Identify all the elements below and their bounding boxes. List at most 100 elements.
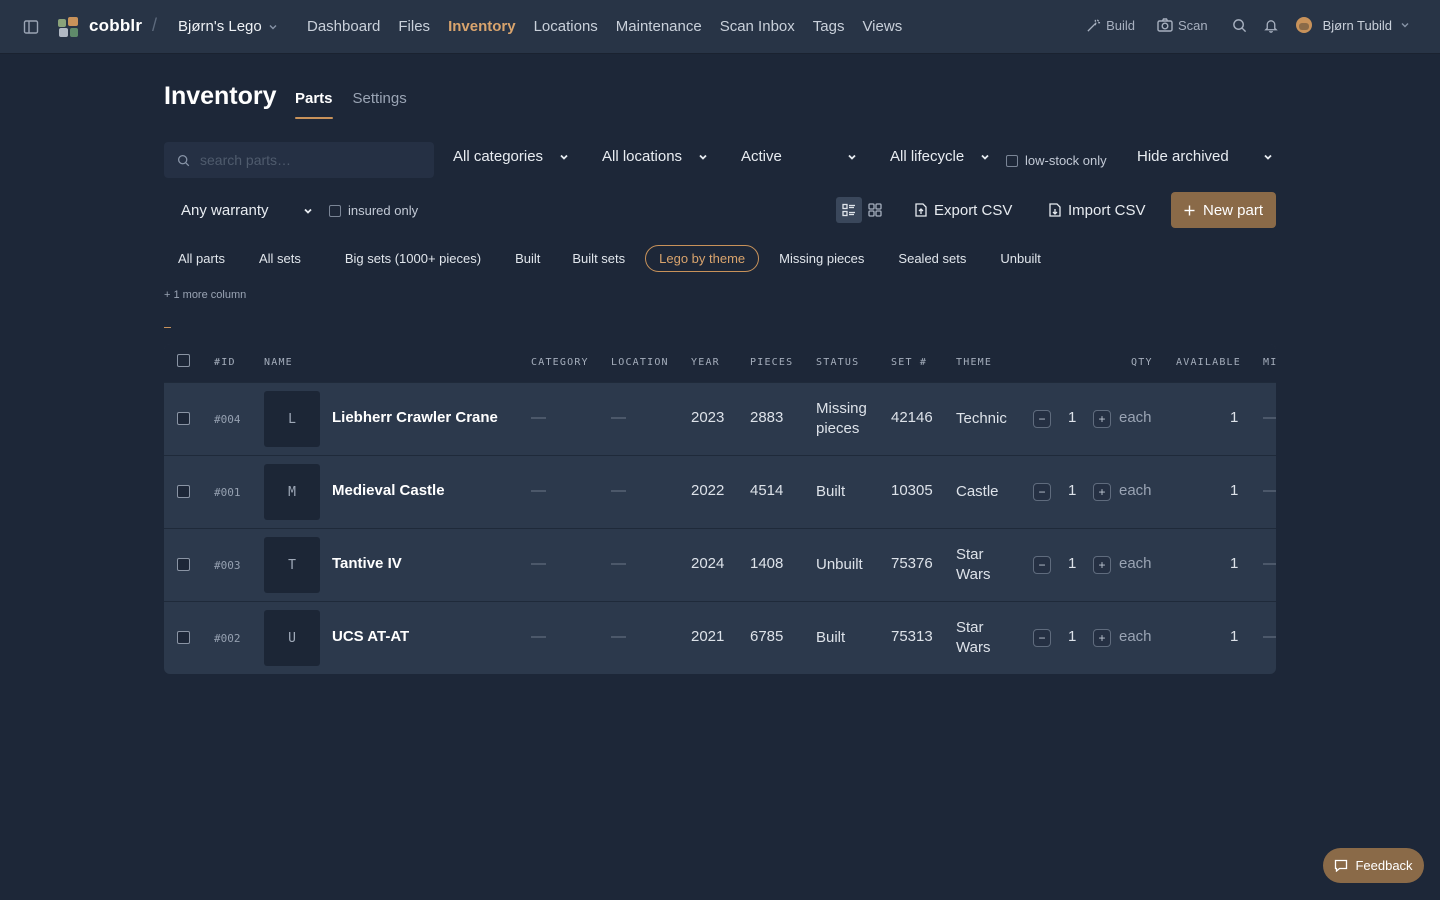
part-name[interactable]: UCS AT-AT <box>332 628 409 645</box>
row-location: — <box>611 482 626 499</box>
page-tabs: Parts Settings <box>295 90 407 119</box>
col-qty[interactable]: QTY <box>1131 357 1153 368</box>
row-qty[interactable]: 1 <box>1068 409 1076 426</box>
col-set[interactable]: SET # <box>891 357 927 368</box>
row-qty[interactable]: 1 <box>1068 482 1076 499</box>
qty-decrement-button[interactable]: − <box>1033 556 1051 574</box>
col-location[interactable]: LOCATION <box>611 357 669 368</box>
col-year[interactable]: YEAR <box>691 357 720 368</box>
search-icon[interactable] <box>1232 18 1247 33</box>
nav-inventory[interactable]: Inventory <box>448 18 516 35</box>
logo-icon[interactable] <box>56 15 80 39</box>
view-missing-pieces[interactable]: Missing pieces <box>765 245 878 272</box>
view-big-sets[interactable]: Big sets (1000+ pieces) <box>331 245 495 272</box>
row-available: 1 <box>1230 482 1239 499</box>
part-thumbnail: M <box>264 464 320 520</box>
more-columns-link[interactable]: + 1 more column <box>164 289 246 301</box>
wand-icon <box>1087 18 1101 32</box>
file-import-icon <box>1049 203 1061 217</box>
view-unbuilt[interactable]: Unbuilt <box>986 245 1054 272</box>
grid-view-button[interactable] <box>862 197 888 223</box>
import-csv-button[interactable]: Import CSV <box>1049 197 1146 223</box>
select-all-checkbox[interactable] <box>177 354 190 367</box>
category-value: All categories <box>453 148 544 165</box>
qty-decrement-button[interactable]: − <box>1033 629 1051 647</box>
archived-select[interactable]: Hide archived <box>1137 148 1273 165</box>
status-select[interactable]: Active <box>741 148 857 165</box>
chevron-down-icon[interactable] <box>1400 20 1410 30</box>
col-pieces[interactable]: PIECES <box>750 357 793 368</box>
list-view-button[interactable] <box>836 197 862 223</box>
row-qty[interactable]: 1 <box>1068 628 1076 645</box>
col-theme[interactable]: THEME <box>956 357 992 368</box>
view-built[interactable]: Built <box>501 245 554 272</box>
table-row[interactable]: #002 U UCS AT-AT — — 2021 6785 Built 753… <box>164 601 1276 674</box>
row-checkbox[interactable] <box>177 485 190 498</box>
inventory-table: #ID NAME CATEGORY LOCATION YEAR PIECES S… <box>164 344 1276 674</box>
table-row[interactable]: #004 L Liebherr Crawler Crane — — 2023 2… <box>164 382 1276 455</box>
row-checkbox[interactable] <box>177 412 190 425</box>
row-checkbox[interactable] <box>177 631 190 644</box>
nav-views[interactable]: Views <box>862 18 902 35</box>
table-row[interactable]: #001 M Medieval Castle — — 2022 4514 Bui… <box>164 455 1276 528</box>
brand-name[interactable]: cobblr <box>89 16 142 36</box>
nav-locations[interactable]: Locations <box>534 18 598 35</box>
tab-parts[interactable]: Parts <box>295 90 333 119</box>
table-header: #ID NAME CATEGORY LOCATION YEAR PIECES S… <box>164 344 1276 382</box>
view-sealed-sets[interactable]: Sealed sets <box>884 245 980 272</box>
nav-scan-inbox[interactable]: Scan Inbox <box>720 18 795 35</box>
scan-button[interactable]: Scan <box>1157 18 1208 33</box>
avatar-icon[interactable] <box>1295 17 1312 33</box>
location-select[interactable]: All locations <box>602 148 708 165</box>
qty-increment-button[interactable]: + <box>1093 410 1111 428</box>
low-stock-checkbox[interactable]: low-stock only <box>1006 153 1107 168</box>
col-mi[interactable]: MI <box>1263 357 1276 368</box>
qty-increment-button[interactable]: + <box>1093 483 1111 501</box>
nav-maintenance[interactable]: Maintenance <box>616 18 702 35</box>
part-name[interactable]: Medieval Castle <box>332 482 445 499</box>
col-id[interactable]: #ID <box>214 357 236 368</box>
insured-checkbox[interactable]: insured only <box>329 203 418 218</box>
part-name[interactable]: Liebherr Crawler Crane <box>332 409 498 426</box>
warranty-select[interactable]: Any warranty <box>181 202 313 219</box>
tab-settings[interactable]: Settings <box>353 90 407 119</box>
col-name[interactable]: NAME <box>264 357 293 368</box>
view-lego-by-theme[interactable]: Lego by theme <box>645 244 760 272</box>
build-button[interactable]: Build <box>1086 18 1135 33</box>
nav-tags[interactable]: Tags <box>813 18 845 35</box>
main-nav: Dashboard Files Inventory Locations Main… <box>307 18 920 35</box>
workspace-switcher[interactable]: Bjørn's Lego <box>178 18 278 35</box>
sidebar-icon[interactable] <box>23 19 39 35</box>
user-name[interactable]: Bjørn Tubild <box>1323 18 1392 33</box>
feedback-label: Feedback <box>1355 858 1413 873</box>
chevron-down-icon <box>981 154 989 160</box>
new-part-button[interactable]: New part <box>1171 192 1276 228</box>
nav-files[interactable]: Files <box>398 18 430 35</box>
export-csv-button[interactable]: Export CSV <box>915 197 1012 223</box>
qty-increment-button[interactable]: + <box>1093 629 1111 647</box>
nav-dashboard[interactable]: Dashboard <box>307 18 380 35</box>
col-category[interactable]: CATEGORY <box>531 357 589 368</box>
qty-decrement-button[interactable]: − <box>1033 483 1051 501</box>
archived-value: Hide archived <box>1137 148 1229 165</box>
part-name[interactable]: Tantive IV <box>332 555 402 572</box>
row-unit: each <box>1119 628 1152 645</box>
col-status[interactable]: STATUS <box>816 357 859 368</box>
table-row[interactable]: #003 T Tantive IV — — 2024 1408 Unbuilt … <box>164 528 1276 601</box>
col-available[interactable]: AVAILABLE <box>1176 357 1241 368</box>
lifecycle-select[interactable]: All lifecycle <box>890 148 990 165</box>
file-export-icon <box>915 203 927 217</box>
qty-increment-button[interactable]: + <box>1093 556 1111 574</box>
view-all-parts[interactable]: All parts <box>164 245 239 272</box>
row-checkbox[interactable] <box>177 558 190 571</box>
qty-decrement-button[interactable]: − <box>1033 410 1051 428</box>
bell-icon[interactable] <box>1263 18 1278 33</box>
row-qty[interactable]: 1 <box>1068 555 1076 572</box>
row-status: Built <box>816 628 845 648</box>
search-input[interactable] <box>200 152 420 168</box>
view-built-sets[interactable]: Built sets <box>558 245 639 272</box>
view-all-sets[interactable]: All sets <box>245 245 315 272</box>
row-status: Built <box>816 482 845 502</box>
feedback-button[interactable]: Feedback <box>1323 848 1424 883</box>
category-select[interactable]: All categories <box>453 148 569 165</box>
